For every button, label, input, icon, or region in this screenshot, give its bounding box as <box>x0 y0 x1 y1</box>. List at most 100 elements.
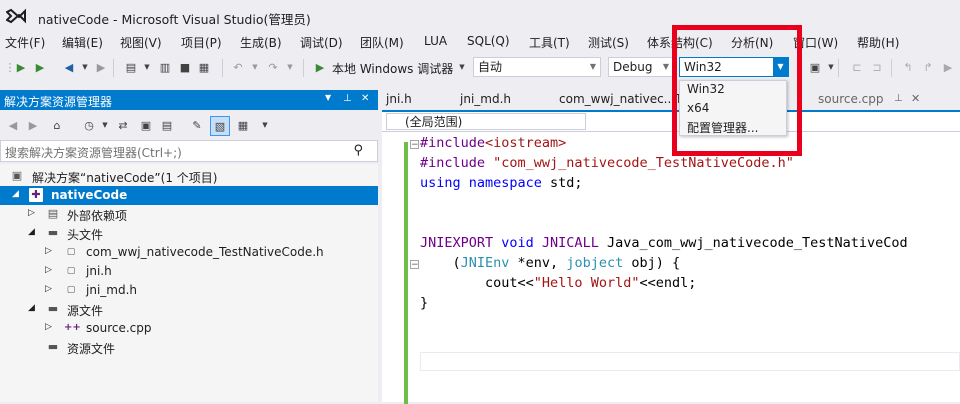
tree-item-header-folder[interactable]: ◢ ▬ 头文件 <box>0 224 378 243</box>
open-file-icon[interactable]: ▥ <box>158 60 172 74</box>
tree-item-source-folder[interactable]: ◢ ▬ 源文件 <box>0 300 378 319</box>
collapse-arrow-icon[interactable]: ▷ <box>45 322 52 332</box>
menu-team[interactable]: 团队(M) <box>360 34 404 51</box>
debug-start-icon[interactable]: ▶ <box>313 60 327 74</box>
undo-dropdown-icon[interactable]: ▼ <box>248 60 262 74</box>
menu-help[interactable]: 帮助(H) <box>857 34 899 51</box>
outdent-icon[interactable]: ⊐ <box>870 60 884 74</box>
tab-jni-h[interactable]: jni.h <box>386 92 412 106</box>
expand-arrow-icon[interactable]: ◢ <box>12 189 19 199</box>
visual-studio-logo-icon <box>6 8 26 24</box>
start-icon[interactable]: ▶ <box>14 60 28 74</box>
more-dropdown-icon[interactable]: ▼ <box>258 118 272 132</box>
menu-debug[interactable]: 调试(D) <box>300 34 343 51</box>
expand-arrow-icon[interactable]: ◢ <box>28 227 35 237</box>
collapse-arrow-icon[interactable]: ▷ <box>45 284 52 294</box>
tree-item-label: nativeCode <box>51 188 128 202</box>
outline-collapse-icon[interactable]: − <box>410 140 419 150</box>
expand-arrow-icon[interactable]: ◢ <box>28 303 35 313</box>
scope-combo[interactable]: (全局范围) <box>386 113 586 130</box>
new-project-dropdown-icon[interactable]: ▼ <box>140 60 154 74</box>
menu-test[interactable]: 测试(S) <box>588 34 629 51</box>
external-deps-icon: ▤ <box>47 207 59 220</box>
tree-item-header-file[interactable]: ▷ ▢ com_wwj_nativecode_TestNativeCode.h <box>0 243 378 262</box>
toolbar-separator <box>891 59 892 77</box>
code-line-3: using namespace std; <box>420 175 583 191</box>
menu-edit[interactable]: 编辑(E) <box>62 34 103 51</box>
navigate-back-dropdown-icon[interactable]: ▼ <box>78 60 92 74</box>
menu-file[interactable]: 文件(F) <box>5 34 45 51</box>
tab-jni-md-h[interactable]: jni_md.h <box>460 92 511 106</box>
bookmark-icon[interactable]: ▶ <box>941 60 955 74</box>
code-line-2: #include "com_wwj_nativecode_TestNativeC… <box>420 155 794 171</box>
tab-source-cpp[interactable]: source.cpp ⊥ ✕ <box>812 88 928 110</box>
solution-explorer-search[interactable]: 搜索解决方案资源管理器(Ctrl+;) ⚲ <box>0 140 378 162</box>
save-icon[interactable]: ■ <box>178 60 192 74</box>
tree-item-project[interactable]: ◢ ✚ nativeCode <box>0 186 378 205</box>
preview-selected-icon[interactable]: ▧ <box>210 116 230 136</box>
collapse-arrow-icon[interactable]: ▷ <box>28 208 35 218</box>
pin-icon[interactable]: ⊥ <box>894 93 903 104</box>
menu-lua[interactable]: LUA <box>424 34 447 48</box>
config-combo[interactable]: Debug ▼ <box>608 57 674 77</box>
save-all-icon[interactable]: ▦ <box>197 60 211 74</box>
menu-tools[interactable]: 工具(T) <box>529 34 570 51</box>
history-icon[interactable]: ◷ <box>82 118 96 132</box>
undo-icon[interactable]: ↶ <box>231 60 245 74</box>
tree-item-label: 源文件 <box>67 304 104 318</box>
uncomment-icon[interactable]: ↱ <box>921 60 935 74</box>
collapse-arrow-icon[interactable]: ▷ <box>45 246 52 256</box>
back-icon[interactable]: ◀ <box>6 118 20 132</box>
pin-icon[interactable]: ⊥ <box>343 93 352 104</box>
chevron-down-icon: ▼ <box>589 62 596 71</box>
tree-item-solution[interactable]: ▣ 解决方案“nativeCode”(1 个项目) <box>0 167 378 186</box>
outline-collapse-icon[interactable]: − <box>410 260 419 270</box>
start-without-debug-icon[interactable]: ▶ <box>33 60 47 74</box>
home-icon[interactable]: ⌂ <box>50 118 64 132</box>
find-dropdown-icon[interactable]: ▼ <box>824 60 838 74</box>
tree-item-external-deps[interactable]: ▷ ▤ 外部依赖项 <box>0 205 378 224</box>
toolbar-separator <box>222 59 223 77</box>
toolbar-separator <box>838 59 839 77</box>
close-icon[interactable]: ✕ <box>911 92 920 105</box>
panel-menu-icon[interactable]: ▼ <box>325 93 331 102</box>
debug-target-dropdown-icon[interactable]: ▼ <box>455 60 469 74</box>
tree-item-header-file[interactable]: ▷ ▢ jni_md.h <box>0 281 378 300</box>
title-bar: nativeCode - Microsoft Visual Studio(管理员… <box>0 0 960 32</box>
menu-project[interactable]: 项目(P) <box>181 34 222 51</box>
indent-icon[interactable]: ⊏ <box>850 60 864 74</box>
history-dropdown-icon[interactable]: ▼ <box>98 118 112 132</box>
solution-config-combo[interactable]: 自动 ▼ <box>473 57 601 77</box>
forward-icon[interactable]: ▶ <box>26 118 40 132</box>
view-class-icon[interactable]: ▦ <box>236 118 250 132</box>
sync-icon[interactable]: ⇄ <box>116 118 130 132</box>
search-icon[interactable]: ⚲ <box>353 143 363 158</box>
close-icon[interactable]: ✕ <box>361 93 369 104</box>
search-input[interactable]: 搜索解决方案资源管理器(Ctrl+;) <box>5 144 182 161</box>
collapse-all-icon[interactable]: ▣ <box>139 118 153 132</box>
menu-build[interactable]: 生成(B) <box>240 34 282 51</box>
debug-target-label[interactable]: 本地 Windows 调试器 <box>332 60 453 77</box>
navigate-back-icon[interactable]: ◀ <box>62 60 76 74</box>
tab-testnativecode-h[interactable]: com_wwj_nativec...Te <box>559 92 688 106</box>
toolbar-separator <box>113 59 114 77</box>
redo-dropdown-icon[interactable]: ▼ <box>283 60 297 74</box>
folder-icon: ▬ <box>47 226 59 239</box>
annotation-highlight-box <box>672 25 802 156</box>
header-file-icon: ▢ <box>66 285 76 295</box>
tree-item-header-file[interactable]: ▷ ▢ jni.h <box>0 262 378 281</box>
tree-item-label: 解决方案“nativeCode”(1 个项目) <box>32 171 218 185</box>
redo-icon[interactable]: ↷ <box>266 60 280 74</box>
navigate-forward-icon[interactable]: ▶ <box>94 60 108 74</box>
new-project-icon[interactable]: ▤ <box>124 60 138 74</box>
solution-explorer-header: 解决方案资源管理器 ▼ ⊥ ✕ <box>0 90 378 110</box>
show-all-files-icon[interactable]: ▤ <box>160 118 174 132</box>
tree-item-resource-folder[interactable]: ▬ 资源文件 <box>0 338 378 357</box>
find-in-files-icon[interactable]: ▣ <box>808 60 822 74</box>
collapse-arrow-icon[interactable]: ▷ <box>45 265 52 275</box>
menu-sql[interactable]: SQL(Q) <box>467 34 510 48</box>
menu-view[interactable]: 视图(V) <box>120 34 162 51</box>
comment-icon[interactable]: ↰ <box>901 60 915 74</box>
tree-item-cpp-file[interactable]: ▷ ++ source.cpp <box>0 319 378 338</box>
properties-icon[interactable]: ✎ <box>190 118 204 132</box>
